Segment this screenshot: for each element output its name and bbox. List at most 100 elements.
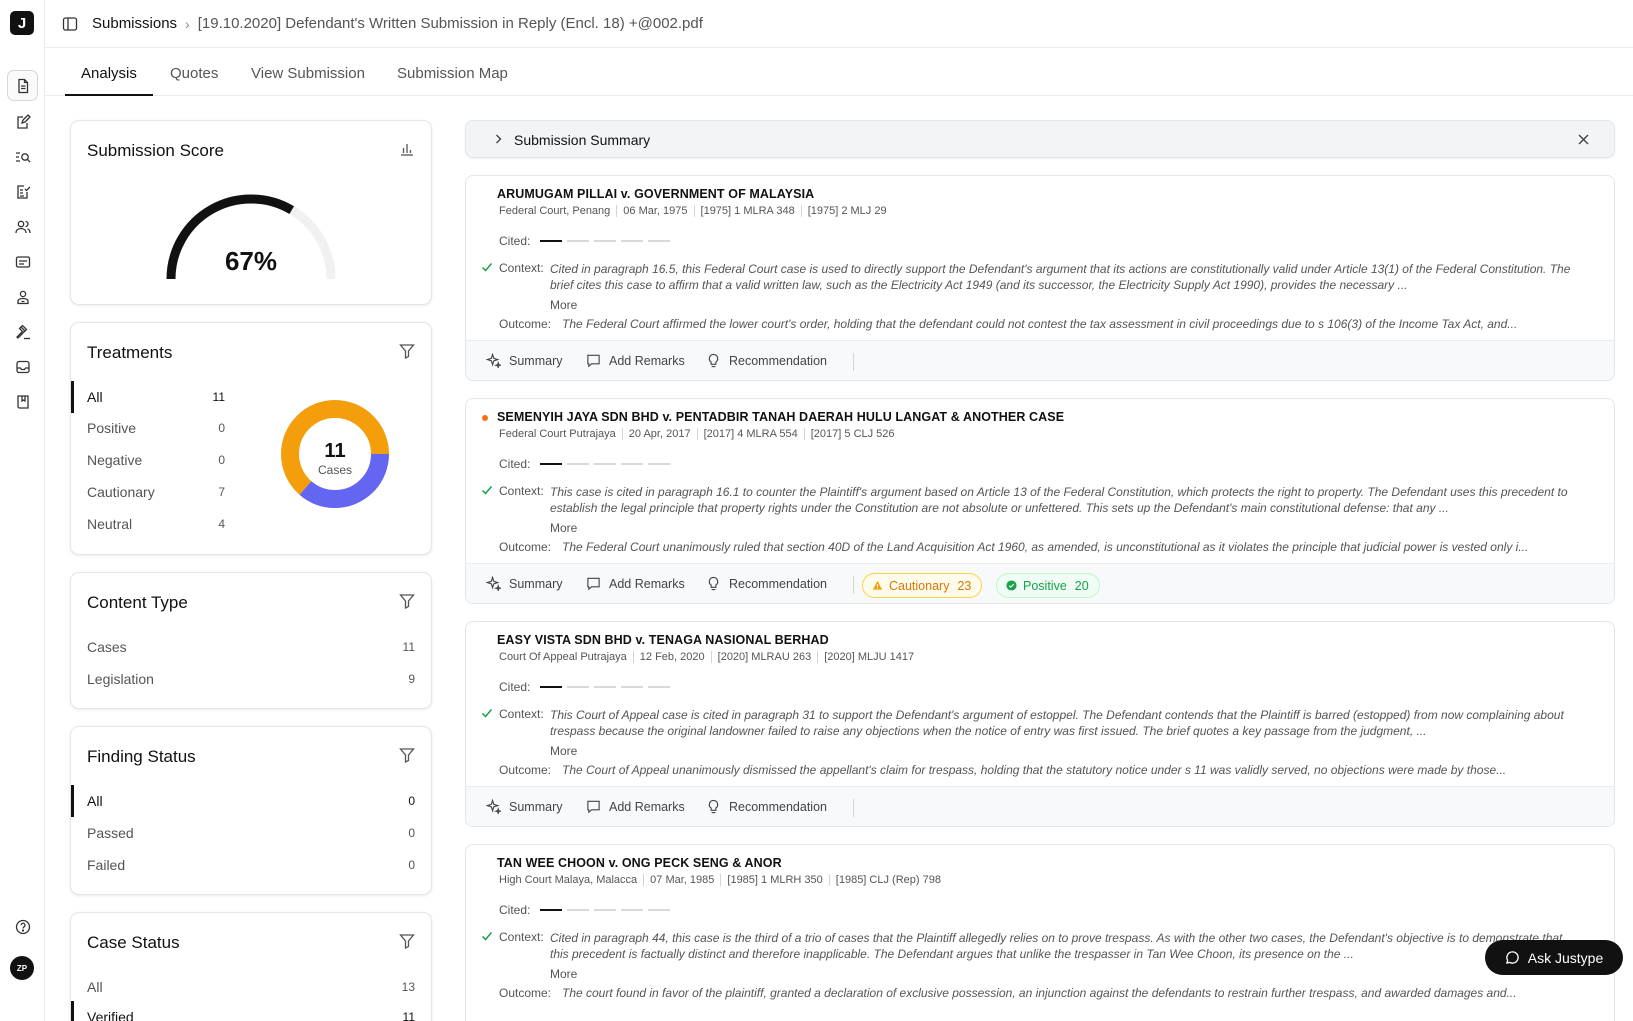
add-remarks-button[interactable]: Add Remarks [586,576,685,591]
case-title[interactable]: EASY VISTA SDN BHD v. TENAGA NASIONAL BE… [497,633,829,647]
filter-icon[interactable] [399,593,415,609]
tab-submission-map[interactable]: Submission Map [381,48,524,96]
case-card: ARUMUGAM PILLAI v. GOVERNMENT OF MALAYSI… [465,175,1615,381]
people-nav-button[interactable] [7,211,38,242]
content-type-legislation[interactable]: Legislation 9 [87,668,415,690]
cited-indicator: Cited: [499,903,671,917]
chat-bubble-icon [1505,951,1519,965]
finding-status-failed[interactable]: Failed 0 [87,854,415,876]
close-icon[interactable] [1577,133,1590,146]
tab-view-submission[interactable]: View Submission [235,48,381,96]
cited-indicator: Cited: [499,680,671,694]
recommendation-button[interactable]: Recommendation [706,576,827,591]
filter-icon[interactable] [399,343,415,359]
check-icon [481,709,493,718]
content-type-card: Content Type Cases 11 Legislation 9 [70,572,432,709]
bookmarks-nav-button[interactable] [7,386,38,417]
document-icon [17,78,28,93]
positive-badge[interactable]: Positive 20 [996,573,1100,598]
submissions-nav-button[interactable] [7,70,38,101]
review-nav-button[interactable] [7,176,38,207]
app-logo[interactable]: J [10,11,34,35]
drafting-nav-button[interactable] [7,106,38,137]
tab-analysis[interactable]: Analysis [65,48,153,96]
recommendation-button[interactable]: Recommendation [706,799,827,814]
outcome-text: The court found in favor of the plaintif… [562,986,1517,1000]
finding-status-passed[interactable]: Passed 0 [87,822,415,844]
finding-status-all[interactable]: All 0 [71,785,415,817]
gavel-icon [15,324,30,339]
case-meta: Federal Court, Penang 06 Mar, 1975 [1975] … [499,205,893,217]
lawyer-nav-button[interactable] [7,281,38,312]
treatment-neutral[interactable]: Neutral 4 [87,513,415,535]
sparkle-icon [486,576,501,591]
outcome-text: The Federal Court affirmed the lower cou… [562,317,1518,331]
case-status-all[interactable]: All 13 [87,976,415,998]
search-nav-button[interactable] [7,141,38,172]
context-label: Context: [499,707,544,721]
summary-button[interactable]: Summary [486,353,562,368]
case-title[interactable]: SEMENYIH JAYA SDN BHD v. PENTADBIR TANAH… [497,410,1064,424]
more-link[interactable]: More [550,967,577,981]
submission-score-card: Submission Score 67% [70,120,432,305]
context-label: Context: [499,930,544,944]
sidebar-toggle-icon[interactable] [62,16,78,32]
cautionary-badge[interactable]: Cautionary 23 [862,573,983,598]
action-divider [853,799,854,817]
breadcrumb-submissions[interactable]: Submissions [92,15,177,32]
comment-icon [587,577,600,591]
case-meta: Court Of Appeal Putrajaya 12 Feb, 2020 [20… [499,651,920,663]
add-remarks-button[interactable]: Add Remarks [586,353,685,368]
add-remarks-button[interactable]: Add Remarks [586,799,685,814]
more-link[interactable]: More [550,744,577,758]
sparkle-icon [486,799,501,814]
filter-icon[interactable] [399,933,415,949]
submission-score-title: Submission Score [87,141,225,160]
action-divider [853,576,854,594]
case-card: EASY VISTA SDN BHD v. TENAGA NASIONAL BE… [465,621,1615,827]
help-button[interactable] [7,911,38,942]
case-title[interactable]: ARUMUGAM PILLAI v. GOVERNMENT OF MALAYSI… [497,187,814,201]
finding-status-title: Finding Status [87,747,196,766]
chevron-right-icon: › [185,15,190,32]
content-type-cases[interactable]: Cases 11 [87,636,415,658]
ask-justype-button[interactable]: Ask Justype [1485,940,1623,975]
tab-quotes[interactable]: Quotes [154,48,234,96]
check-icon [481,932,493,941]
more-link[interactable]: More [550,298,577,312]
case-status-verified[interactable]: Verified 11 [71,1001,415,1021]
review-document-icon [16,184,30,199]
cards-nav-button[interactable] [7,246,38,277]
judgment-nav-button[interactable] [7,316,38,347]
user-avatar[interactable]: ZP [10,956,34,980]
donut-total: 11 [324,440,346,462]
case-actions: Summary Add Remarks Recommendation Cauti… [466,563,1614,603]
outcome-label: Outcome: [499,763,552,777]
lightbulb-icon [708,576,719,591]
cited-indicator: Cited: [499,457,671,471]
submission-summary-bar[interactable]: Submission Summary [465,120,1615,158]
more-link[interactable]: More [550,521,577,535]
warning-icon [872,580,883,590]
case-actions: Summary Add Remarks Recommendation [466,340,1614,380]
summary-button[interactable]: Summary [486,576,562,591]
case-title[interactable]: TAN WEE CHOON v. ONG PECK SENG & ANOR [497,856,782,870]
search-list-icon [15,151,30,162]
score-value: 67% [224,246,278,276]
case-status-title: Case Status [87,933,180,952]
case-meta: High Court Malaya, Malacca 07 Mar, 1985 [1… [499,874,947,886]
outcome-label: Outcome: [499,317,552,331]
bookmark-book-icon [16,394,29,409]
sparkle-icon [486,353,501,368]
recommendation-button[interactable]: Recommendation [706,353,827,368]
filter-icon[interactable] [399,747,415,763]
help-icon [15,919,30,934]
summary-button[interactable]: Summary [486,799,562,814]
inbox-icon [15,360,30,373]
bar-chart-icon[interactable] [399,141,415,157]
action-divider [853,353,854,371]
comment-icon [587,800,600,814]
inbox-nav-button[interactable] [7,351,38,382]
chevron-right-icon[interactable] [492,133,504,145]
submission-summary-label: Submission Summary [514,132,651,148]
